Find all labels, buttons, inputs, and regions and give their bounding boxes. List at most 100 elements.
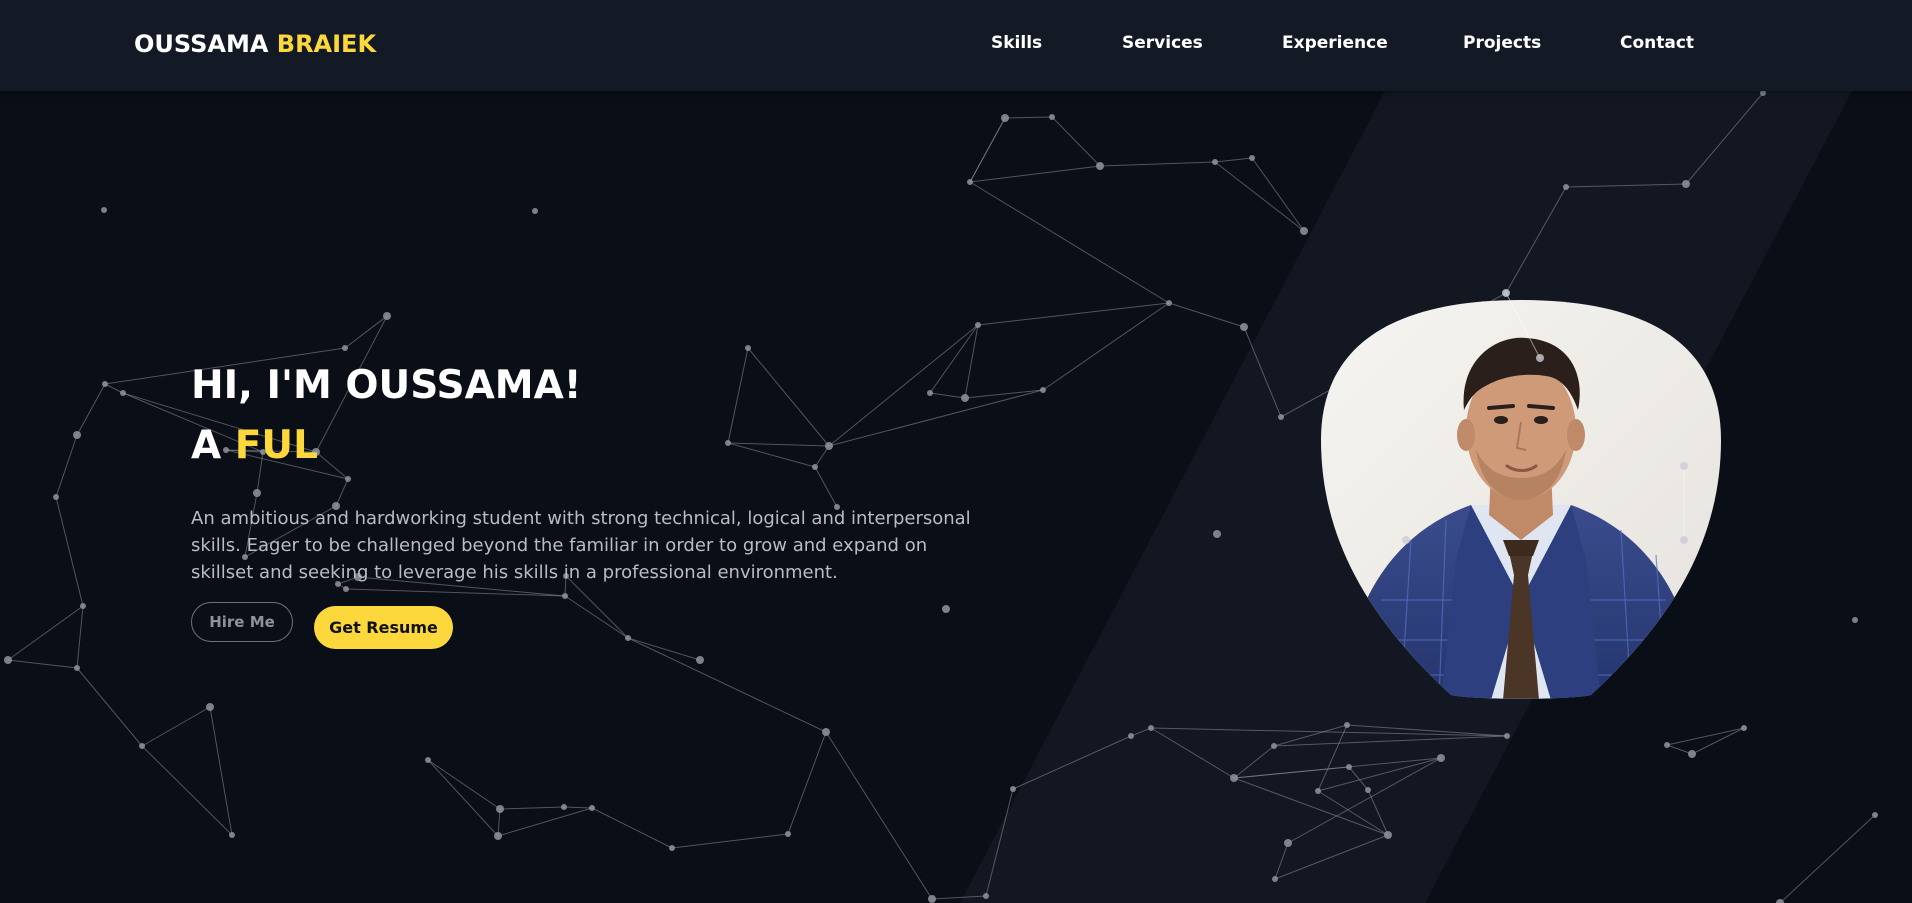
network-node (1040, 387, 1046, 393)
nav-item-experience[interactable]: Experience (1282, 33, 1388, 53)
network-edge (1367, 789, 1389, 836)
network-node (927, 390, 933, 396)
network-node (342, 345, 348, 351)
network-node (53, 494, 59, 500)
hero-tagline-typed: FUL (234, 423, 318, 468)
network-node (1249, 155, 1255, 161)
network-node (1213, 530, 1221, 538)
network-node (928, 895, 936, 903)
network-node (1664, 742, 1670, 748)
network-edge (969, 165, 1101, 183)
network-edge (1317, 724, 1348, 792)
network-edge (1251, 157, 1305, 232)
hero-greeting: HI, I'M OUSSAMA! (191, 363, 582, 408)
network-edge (1287, 757, 1442, 844)
network-edge (427, 759, 501, 810)
network-node (1272, 876, 1278, 882)
network-node (74, 665, 80, 671)
network-edge (1273, 735, 1508, 747)
network-node (101, 207, 107, 213)
network-edge (1233, 757, 1442, 779)
hero-description: An ambitious and hardworking student wit… (191, 508, 971, 583)
network-edge (1685, 92, 1764, 185)
logo[interactable]: OUSSAMA BRAIEK (134, 30, 376, 58)
network-node (73, 431, 81, 439)
network-edge (427, 759, 499, 837)
network-edge (1346, 724, 1508, 737)
network-edge (1051, 116, 1101, 167)
network-node (562, 593, 568, 599)
network-node (975, 322, 981, 328)
network-node (1437, 754, 1445, 762)
network-edge (1233, 745, 1275, 779)
network-edge (1168, 302, 1245, 328)
network-edge (7, 605, 84, 661)
nav-item-contact[interactable]: Contact (1620, 33, 1694, 53)
network-edge (1505, 186, 1567, 294)
network-edge (627, 637, 701, 661)
network-node (345, 476, 351, 482)
network-edge (344, 315, 388, 349)
network-edge (1042, 302, 1170, 391)
network-node (696, 656, 704, 664)
network-node (561, 804, 567, 810)
network-node (1049, 114, 1055, 120)
network-edge (747, 347, 830, 447)
network-node (80, 603, 86, 609)
network-edge (969, 117, 1006, 183)
hero-tagline: A FUL (191, 416, 582, 476)
network-node (1240, 323, 1248, 331)
network-node (1128, 733, 1134, 739)
network-edge (1150, 727, 1235, 779)
network-node (745, 345, 751, 351)
network-node (822, 728, 830, 736)
network-node (1563, 184, 1569, 190)
network-edge (141, 745, 233, 836)
network-edge (104, 383, 124, 394)
network-edge (1273, 724, 1348, 747)
network-node (961, 394, 969, 402)
network-node (1852, 617, 1858, 623)
network-edge (969, 181, 1170, 304)
nav-item-projects[interactable]: Projects (1463, 33, 1541, 53)
network-node (1315, 788, 1321, 794)
network-node (139, 743, 145, 749)
nav-item-services[interactable]: Services (1122, 33, 1203, 53)
network-edge (499, 806, 565, 810)
get-resume-button[interactable]: Get Resume (314, 606, 453, 649)
network-node (532, 208, 538, 214)
network-node (1504, 733, 1510, 739)
network-node (967, 179, 973, 185)
network-edge (1691, 727, 1745, 755)
nav-item-skills[interactable]: Skills (991, 33, 1042, 53)
network-node (1365, 787, 1371, 793)
network-edge (345, 588, 566, 597)
network-edge (1274, 834, 1389, 880)
network-node (942, 605, 950, 613)
network-node (669, 845, 675, 851)
network-edge (1274, 842, 1289, 880)
network-edge (76, 383, 106, 436)
navbar: OUSSAMA BRAIEK Skills Services Experienc… (0, 0, 1912, 91)
network-edge (727, 347, 749, 444)
network-edge (977, 302, 1170, 326)
network-edge (1233, 777, 1389, 836)
logo-first-name: OUSSAMA (134, 30, 269, 58)
network-node (1212, 159, 1218, 165)
network-node (1872, 812, 1878, 818)
logo-last-name: BRAIEK (276, 30, 377, 58)
network-edge (1317, 757, 1442, 792)
network-edge (828, 389, 1044, 447)
network-edge (1099, 161, 1216, 167)
network-node (229, 832, 235, 838)
network-node (253, 489, 261, 497)
network-node (1166, 300, 1172, 306)
network-edge (828, 324, 979, 447)
network-edge (1565, 183, 1687, 188)
network-edge (929, 324, 979, 394)
network-node (120, 390, 126, 396)
network-node (812, 464, 818, 470)
hire-me-button[interactable]: Hire Me (191, 602, 293, 642)
network-edge (814, 445, 830, 468)
network-edge (1233, 766, 1350, 779)
